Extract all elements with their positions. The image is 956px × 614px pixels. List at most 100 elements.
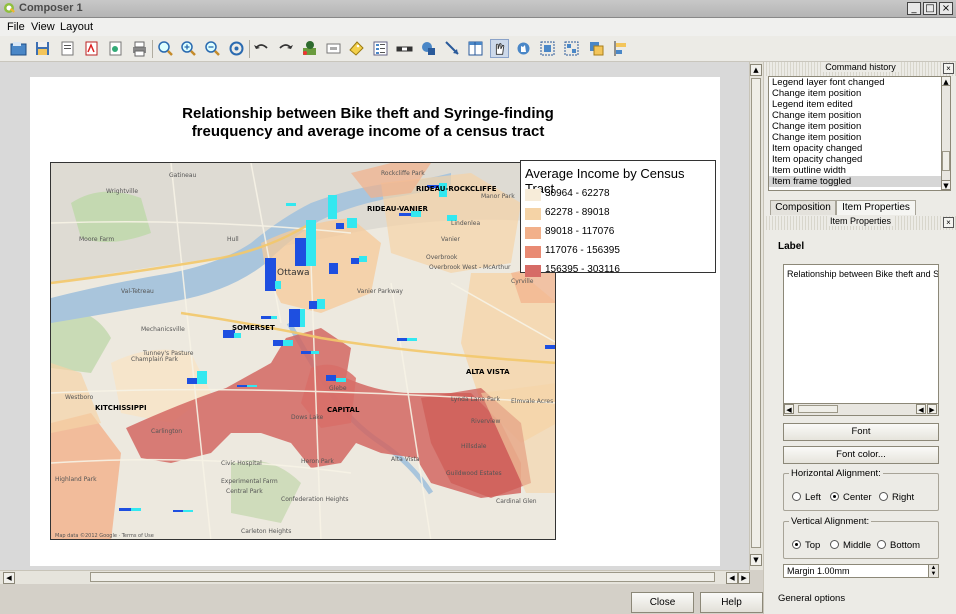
group-icon[interactable] (538, 39, 557, 58)
close-button[interactable]: Close (631, 592, 694, 613)
editor-scroll-right[interactable]: ▶ (927, 404, 937, 414)
add-map-icon[interactable] (9, 39, 28, 58)
zoom-in-icon[interactable] (179, 39, 198, 58)
add-map-item-icon[interactable] (300, 39, 319, 58)
editor-hscrollbar[interactable]: ◀ ◀ ▶ (784, 403, 938, 415)
command-history-list[interactable]: Legend layer font changed Change item po… (768, 76, 948, 191)
place-label-cardinal-glen: Cardinal Glen (496, 498, 537, 505)
halign-right-radio[interactable]: Right (879, 492, 914, 503)
menu-layout[interactable]: Layout (60, 21, 93, 33)
redo-icon[interactable] (276, 39, 295, 58)
horizontal-scroll-thumb[interactable] (90, 572, 715, 582)
zoom-full-icon[interactable] (156, 39, 175, 58)
place-label-carlington: Carlington (151, 428, 182, 435)
scroll-right-button[interactable]: ◀ (726, 572, 738, 584)
ward-label-kitchissippi: KITCHISSIPPI (95, 404, 147, 412)
canvas-horizontal-scrollbar[interactable]: ◀ ◀ ▶ (0, 570, 750, 584)
print-icon[interactable] (130, 39, 149, 58)
scroll-left-button[interactable]: ◀ (3, 572, 15, 584)
scroll-down-button[interactable]: ▼ (750, 554, 762, 566)
history-scroll-thumb[interactable] (942, 151, 950, 171)
refresh-icon[interactable] (227, 39, 246, 58)
editor-scroll-left-2[interactable]: ◀ (916, 404, 926, 414)
close-history-button[interactable]: × (943, 63, 954, 74)
ungroup-icon[interactable] (562, 39, 581, 58)
add-label-icon[interactable] (347, 39, 366, 58)
map-title-line2: freuquency and average income of a censu… (191, 123, 545, 140)
composer-canvas[interactable]: Relationship between Bike theft and Syri… (0, 62, 749, 570)
place-label-wrightville: Wrightville (106, 188, 138, 195)
legend-swatch (525, 208, 541, 220)
font-button[interactable]: Font (783, 423, 939, 441)
menu-bar: File View Layout (0, 18, 956, 36)
menu-file[interactable]: File (7, 21, 25, 33)
history-scroll-up[interactable]: ▲ (941, 76, 951, 86)
move-content-icon[interactable] (514, 39, 533, 58)
map-title-label[interactable]: Relationship between Bike theft and Syri… (30, 105, 706, 141)
minimize-button[interactable]: _ (907, 2, 921, 15)
menu-view[interactable]: View (31, 21, 55, 33)
scroll-right-button-2[interactable]: ▶ (738, 572, 750, 584)
place-label-cyrville: Cyrville (511, 278, 534, 285)
svg-icon[interactable] (106, 39, 125, 58)
tab-item-properties[interactable]: Item Properties (836, 200, 916, 215)
close-window-button[interactable]: × (939, 2, 953, 15)
history-item[interactable]: Item opacity changed (769, 143, 947, 154)
history-item[interactable]: Legend layer font changed (769, 77, 947, 88)
history-item-selected[interactable]: Item frame toggled (769, 176, 947, 187)
maximize-button[interactable]: □ (923, 2, 937, 15)
save-icon[interactable] (33, 39, 52, 58)
history-scrollbar[interactable]: ▲ ▼ (941, 76, 951, 191)
place-label-manor-park: Manor Park (481, 193, 515, 200)
place-label-moore-farm: Moore Farm (79, 236, 114, 243)
valign-middle-radio[interactable]: Middle (830, 540, 871, 551)
add-legend-icon[interactable] (371, 39, 390, 58)
zoom-out-icon[interactable] (203, 39, 222, 58)
editor-scroll-thumb[interactable] (798, 405, 838, 413)
history-item[interactable]: Change item position (769, 110, 947, 121)
valign-top-radio[interactable]: Top (792, 540, 820, 551)
horizontal-alignment-group: Horizontal Alignment: Left Center Right (783, 468, 939, 511)
halign-center-radio[interactable]: Center (830, 492, 872, 503)
history-item[interactable]: Item outline width (769, 165, 947, 176)
add-arrow-icon[interactable] (443, 39, 462, 58)
add-table-icon[interactable] (466, 39, 485, 58)
close-properties-button[interactable]: × (943, 217, 954, 228)
history-item[interactable]: Legend item edited (769, 99, 947, 110)
align-icon[interactable] (611, 39, 630, 58)
place-label-alta-vista-area: Alta Vista (391, 456, 420, 463)
label-text-editor[interactable]: Relationship between Bike theft and Syri… (783, 264, 939, 416)
halign-left-radio[interactable]: Left (792, 492, 821, 503)
add-scalebar-icon[interactable] (395, 39, 414, 58)
general-options-section[interactable]: General options (778, 593, 845, 604)
valign-bottom-radio[interactable]: Bottom (877, 540, 920, 551)
margin-stepper-arrows[interactable]: ▲ ▼ (928, 565, 938, 577)
place-label-dows-lake: Dows Lake (291, 414, 324, 421)
history-item[interactable]: Item opacity changed (769, 154, 947, 165)
font-color-button[interactable]: Font color... (783, 446, 939, 464)
pdf-icon[interactable] (82, 39, 101, 58)
tab-composition[interactable]: Composition (770, 200, 836, 215)
select-move-icon[interactable] (490, 39, 509, 58)
template-icon[interactable] (58, 39, 77, 58)
undo-icon[interactable] (252, 39, 271, 58)
history-item[interactable]: Change item position (769, 132, 947, 143)
canvas-vertical-scrollbar[interactable]: ▲ ▼ (749, 62, 763, 570)
scroll-up-button[interactable]: ▲ (750, 64, 762, 76)
label-text: Relationship between Bike theft and Syri… (787, 269, 939, 279)
place-label-tunneys-pasture: Tunney's Pasture (142, 350, 194, 357)
history-scroll-down[interactable]: ▼ (941, 180, 951, 190)
history-item[interactable]: Change item position (769, 121, 947, 132)
add-image-icon[interactable] (324, 39, 343, 58)
margin-spinbox[interactable]: Margin 1.00mm ▲ ▼ (783, 564, 939, 578)
add-shape-icon[interactable] (419, 39, 438, 58)
raise-icon[interactable] (587, 39, 606, 58)
help-button[interactable]: Help (700, 592, 763, 613)
history-item[interactable]: Change item position (769, 88, 947, 99)
editor-scroll-left[interactable]: ◀ (784, 404, 794, 414)
vertical-scroll-thumb[interactable] (751, 78, 761, 548)
place-label-ottawa: Ottawa (277, 268, 310, 278)
place-label-carleton-heights: Carleton Heights (241, 528, 291, 535)
map-item[interactable]: RIDEAU-ROCKCLIFFE RIDEAU-VANIER SOMERSET… (50, 162, 556, 540)
legend-item[interactable]: Average Income by Census Tract 30964 - 6… (520, 160, 716, 277)
